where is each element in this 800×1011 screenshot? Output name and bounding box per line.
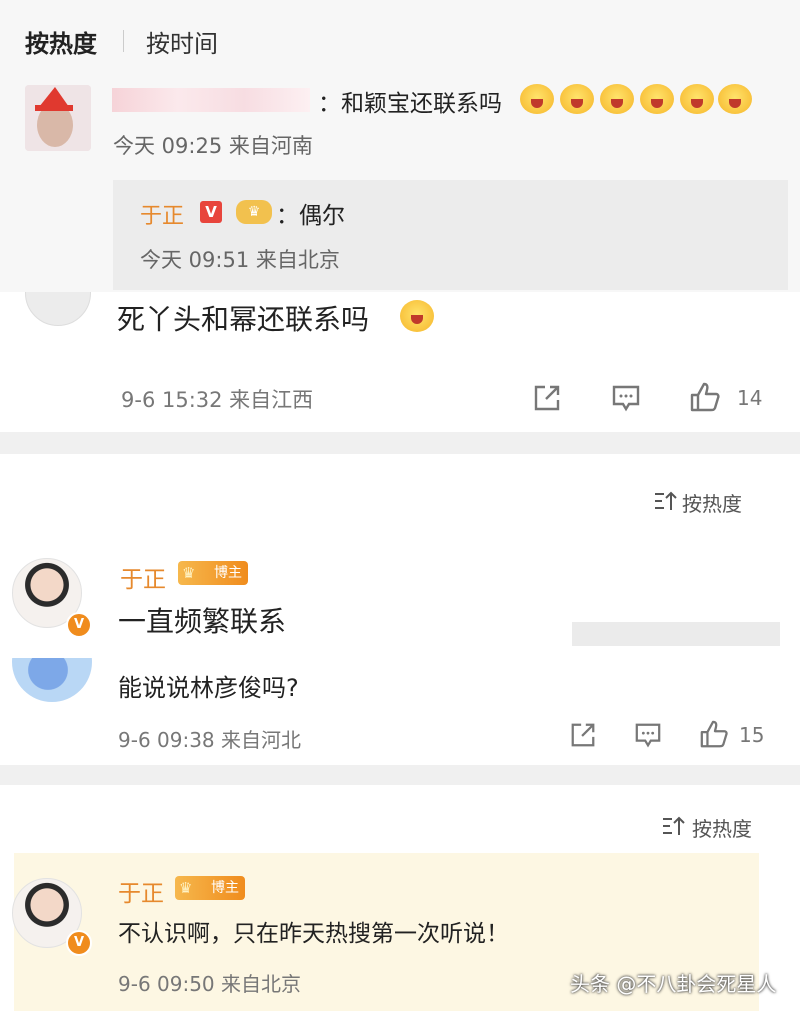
tab-by-time[interactable]: 按时间 (146, 24, 218, 59)
comment-author[interactable]: 于正 (118, 874, 164, 908)
like-icon[interactable] (699, 719, 729, 749)
comment-text: 不认识啊，只在昨天热搜第一次听说！ (118, 921, 509, 947)
verified-v-icon: V (200, 201, 222, 223)
like-count: 15 (739, 723, 765, 747)
sort-icon[interactable] (654, 490, 678, 512)
comment-text: 死丫头和幂还联系吗 (117, 303, 370, 336)
avatar[interactable] (25, 85, 91, 151)
excited-emoji-icon (640, 84, 674, 114)
gray-bar (572, 622, 780, 646)
blurred-username (112, 88, 310, 112)
sort-by-heat-link[interactable]: 按热度 (682, 488, 742, 517)
section-divider (0, 432, 800, 454)
excited-emoji-icon (520, 84, 554, 114)
excited-emoji-icon (600, 84, 634, 114)
reply-meta: 今天 09:51 来自北京 (140, 248, 340, 272)
reply-text: ：偶尔 (276, 203, 345, 229)
crown-badge-icon: ♛ (236, 200, 272, 224)
comment-meta: 9-6 15:32 来自江西 (121, 388, 314, 412)
comment-icon[interactable] (611, 383, 641, 413)
watermark: 头条 @不八卦会死星人 (570, 972, 777, 996)
comment-text: 能说说林彦俊吗? (118, 674, 299, 702)
excited-emoji-icon (718, 84, 752, 114)
comment-text: 一直频繁联系 (118, 605, 287, 638)
excited-emoji-icon (560, 84, 594, 114)
blogger-badge: 博主 (178, 561, 248, 585)
comment-icon[interactable] (634, 721, 662, 749)
comment-author[interactable]: 于正 (120, 560, 166, 594)
share-icon[interactable] (569, 721, 597, 749)
comment-meta: 9-6 09:50 来自北京 (118, 972, 302, 996)
comment-meta: 9-6 09:38 来自河北 (118, 728, 302, 752)
like-icon[interactable] (689, 381, 721, 413)
avatar[interactable] (25, 292, 91, 326)
like-count: 14 (737, 386, 763, 410)
blogger-badge: 博主 (175, 876, 245, 900)
excited-emoji-icon (680, 84, 714, 114)
verified-v-icon: V (66, 930, 92, 956)
verified-v-icon: V (66, 612, 92, 638)
tab-by-heat[interactable]: 按热度 (25, 24, 97, 59)
comment-meta: 今天 09:25 来自河南 (113, 134, 313, 158)
reply-author[interactable]: 于正 (140, 198, 184, 230)
avatar[interactable] (12, 658, 92, 702)
tab-divider (123, 30, 124, 52)
hug-emoji-icon (400, 300, 434, 332)
comment-text: ：和颖宝还联系吗 (318, 91, 502, 117)
share-icon[interactable] (532, 383, 562, 413)
sort-icon[interactable] (662, 815, 686, 837)
sort-by-heat-link[interactable]: 按热度 (692, 813, 752, 842)
section-divider (0, 765, 800, 785)
